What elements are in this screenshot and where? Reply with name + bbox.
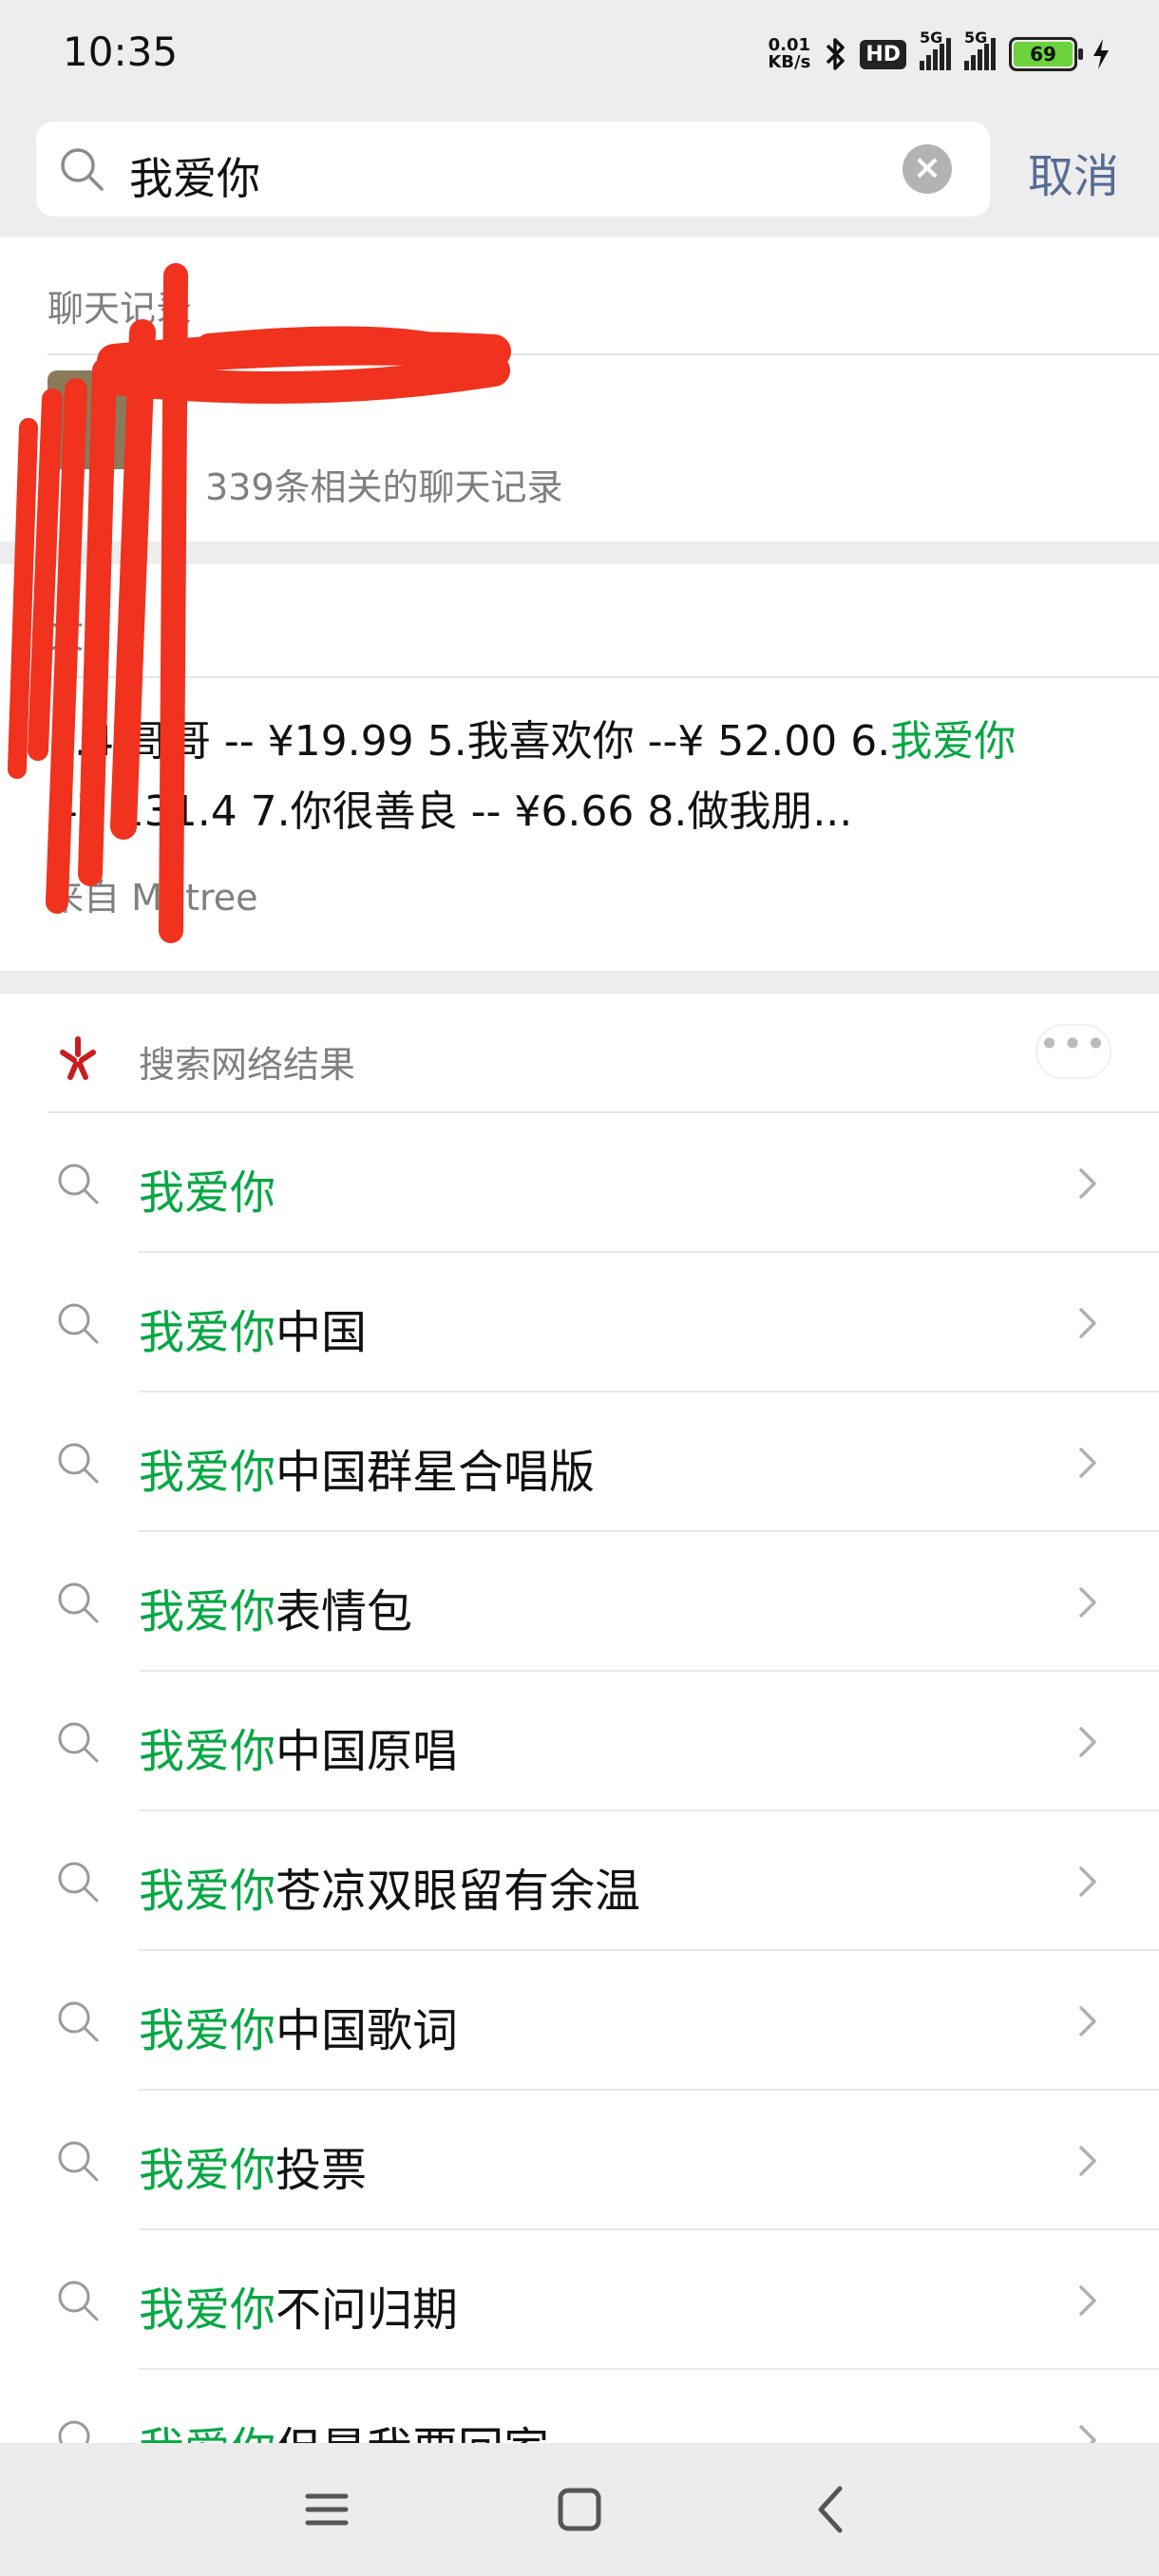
- chat-record-item[interactable]: 339条相关的聊天记录: [0, 355, 1159, 541]
- article-snippet-line2: --¥ 131.4 7.你很善良 -- ¥6.66 8.做我朋...: [48, 787, 853, 836]
- back-icon[interactable]: [804, 2481, 861, 2538]
- search-logo-icon: [60, 1036, 96, 1080]
- chat-records-section: 聊天记录 339条相关的聊天记录: [0, 237, 1159, 541]
- chevron-right-icon: [1079, 2425, 1096, 2443]
- battery-icon: 69: [1009, 37, 1083, 71]
- status-icons: 0.01 KB/s HD 5G 5G 69: [768, 28, 1112, 76]
- charging-icon: [1093, 39, 1109, 69]
- web-result-item[interactable]: 我爱你表情包: [0, 1532, 1159, 1672]
- menu-icon[interactable]: [298, 2481, 355, 2538]
- web-result-text: 我爱你中国群星合唱版: [139, 1446, 596, 1499]
- clear-icon[interactable]: ×: [902, 144, 952, 194]
- chevron-right-icon: [1079, 2285, 1096, 2316]
- search-input[interactable]: 我爱你 ×: [36, 122, 990, 217]
- navigation-bar: [0, 2443, 1159, 2576]
- web-result-item[interactable]: 我爱你中国歌词: [0, 1951, 1159, 2091]
- signal-icon: 5G: [920, 28, 951, 70]
- web-result-item[interactable]: 我爱你中国: [0, 1253, 1159, 1392]
- web-result-text: 我爱你: [139, 1166, 276, 1220]
- chat-record-count: 339条相关的聊天记录: [205, 466, 563, 508]
- chevron-right-icon: [1079, 1448, 1096, 1478]
- article-source: 来自 Mr.tree: [48, 877, 258, 919]
- chevron-right-icon: [1079, 1727, 1096, 1757]
- web-result-text: 我爱你投票: [139, 2144, 368, 2197]
- cancel-button[interactable]: 取消: [1028, 139, 1119, 205]
- search-icon: [58, 1582, 99, 1623]
- web-results-header: 搜索网络结果: [139, 1044, 356, 1086]
- status-bar: 10:35 0.01 KB/s HD 5G 5G 69: [0, 0, 1159, 110]
- battery-level: 69: [1014, 42, 1073, 66]
- chevron-right-icon: [1079, 1168, 1096, 1199]
- web-result-text: 我爱你表情包: [139, 1585, 413, 1638]
- web-result-item[interactable]: 我爱你投票: [0, 2091, 1159, 2230]
- article-snippet-line1: ...4.哥哥 -- ¥19.99 5.我喜欢你 --¥ 52.00 6.我爱你: [48, 717, 1016, 766]
- chevron-right-icon: [1079, 1587, 1096, 1618]
- bluetooth-icon: [826, 38, 846, 70]
- web-results-list: 我爱你我爱你中国我爱你中国群星合唱版 我爱你表情包 我爱你中国原唱我爱你苍凉双眼留有…: [0, 1113, 1159, 2443]
- web-result-text: 我爱你苍凉双眼留有余温: [139, 1865, 641, 1918]
- net-speed: 0.01 KB/s: [768, 35, 811, 72]
- article-header: 文: [48, 615, 85, 656]
- article-section: 文 ...4.哥哥 -- ¥19.99 5.我喜欢你 --¥ 52.00 6.我…: [0, 564, 1159, 971]
- signal-icon: 5G: [964, 28, 996, 70]
- web-result-item[interactable]: 我爱你中国原唱: [0, 1672, 1159, 1811]
- search-icon: [58, 1443, 99, 1484]
- web-result-text: 我爱你但是我要回家: [139, 2412, 549, 2443]
- web-result-text: 我爱你中国原唱: [139, 1725, 459, 1778]
- search-icon: [58, 1722, 99, 1763]
- search-icon: [58, 2281, 99, 2321]
- web-result-text: 我爱你不问归期: [139, 2283, 459, 2337]
- search-icon: [58, 2001, 99, 2042]
- web-results-section: 搜索网络结果 ••• 我爱你我爱你中国我爱你中国群星合唱版 我爱你表情包 我爱你中国…: [0, 994, 1159, 2443]
- search-icon: [58, 1164, 99, 1204]
- chat-records-header: 聊天记录: [48, 288, 193, 330]
- search-icon: [58, 1303, 99, 1344]
- web-result-item[interactable]: 我爱你不问归期: [0, 2230, 1159, 2370]
- avatar: [48, 370, 146, 469]
- article-item[interactable]: ...4.哥哥 -- ¥19.99 5.我喜欢你 --¥ 52.00 6.我爱你…: [0, 678, 1159, 971]
- web-result-item[interactable]: 我爱你苍凉双眼留有余温: [0, 1811, 1159, 1951]
- more-icon[interactable]: •••: [1036, 1024, 1112, 1079]
- search-icon: [61, 148, 104, 191]
- web-result-item[interactable]: 我爱你但是我要回家: [0, 2370, 1159, 2443]
- status-time: 10:35: [63, 28, 179, 75]
- search-icon: [58, 2141, 99, 2182]
- chevron-right-icon: [1079, 2006, 1096, 2036]
- search-icon: [58, 2420, 90, 2443]
- search-query[interactable]: 我爱你: [129, 144, 260, 207]
- chevron-right-icon: [1079, 1308, 1096, 1338]
- home-icon[interactable]: [551, 2481, 608, 2538]
- web-result-text: 我爱你中国: [139, 1306, 368, 1359]
- web-result-item[interactable]: 我爱你中国群星合唱版: [0, 1392, 1159, 1532]
- hd-badge: HD: [860, 39, 906, 69]
- search-icon: [58, 1862, 99, 1903]
- chevron-right-icon: [1079, 2146, 1096, 2176]
- web-result-item[interactable]: 我爱你: [0, 1113, 1159, 1253]
- chevron-right-icon: [1079, 1866, 1096, 1897]
- web-result-text: 我爱你中国歌词: [139, 2004, 459, 2057]
